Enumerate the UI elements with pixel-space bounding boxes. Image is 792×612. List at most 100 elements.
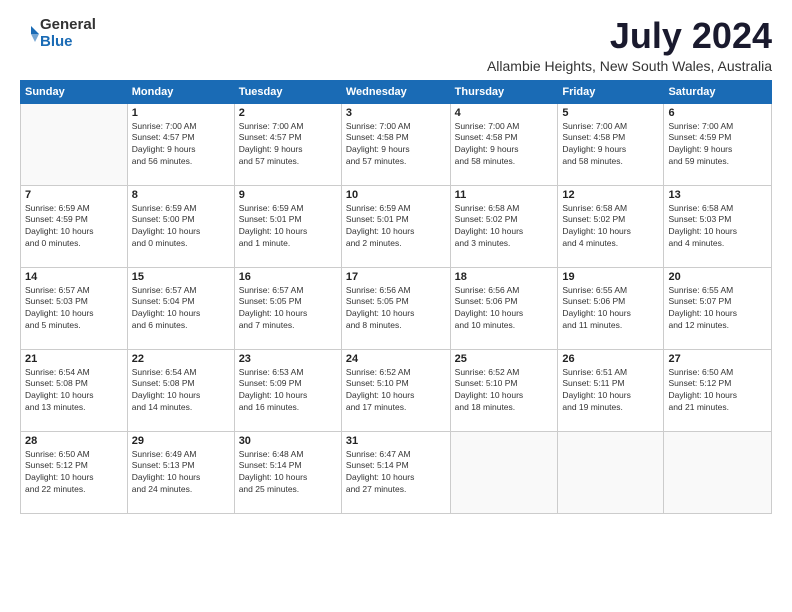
- day-number: 31: [346, 435, 446, 447]
- day-number: 11: [455, 189, 554, 201]
- calendar-cell: 3 Sunrise: 7:00 AMSunset: 4:58 PMDaylight…: [341, 103, 450, 185]
- weekday-header-row: SundayMondayTuesdayWednesdayThursdayFrid…: [21, 80, 772, 103]
- calendar-cell: 13Sunrise: 6:58 AMSunset: 5:03 PMDayligh…: [664, 185, 772, 267]
- subtitle: Allambie Heights, New South Wales, Austr…: [487, 58, 772, 74]
- day-info: Sunrise: 6:56 AMSunset: 5:05 PMDaylight:…: [346, 285, 446, 333]
- day-info: Sunrise: 6:51 AMSunset: 5:11 PMDaylight:…: [562, 367, 659, 415]
- day-number: 7: [25, 189, 123, 201]
- calendar-cell: [21, 103, 128, 185]
- day-number: 27: [668, 353, 767, 365]
- day-info: Sunrise: 6:59 AMSunset: 5:01 PMDaylight:…: [239, 203, 337, 251]
- calendar-cell: 23Sunrise: 6:53 AMSunset: 5:09 PMDayligh…: [234, 349, 341, 431]
- day-number: 14: [25, 271, 123, 283]
- day-info: Sunrise: 6:52 AMSunset: 5:10 PMDaylight:…: [346, 367, 446, 415]
- day-number: 9: [239, 189, 337, 201]
- day-info: Sunrise: 6:58 AMSunset: 5:02 PMDaylight:…: [455, 203, 554, 251]
- calendar-cell: 28Sunrise: 6:50 AMSunset: 5:12 PMDayligh…: [21, 431, 128, 513]
- logo-general: General: [40, 16, 96, 33]
- day-number: 8: [132, 189, 230, 201]
- logo: General Blue: [20, 16, 96, 51]
- day-info: Sunrise: 6:59 AMSunset: 5:00 PMDaylight:…: [132, 203, 230, 251]
- calendar-cell: 14 Sunrise: 6:57 AMSunset: 5:03 PMDayligh…: [21, 267, 128, 349]
- day-info: Sunrise: 6:55 AMSunset: 5:07 PMDaylight:…: [668, 285, 767, 333]
- day-number: 5: [562, 107, 659, 119]
- day-info: Sunrise: 6:48 AMSunset: 5:14 PMDaylight:…: [239, 449, 337, 497]
- day-info: Sunrise: 6:57 AMSunset: 5:03 PMDaylight:…: [25, 285, 123, 333]
- calendar-cell: 20 Sunrise: 6:55 AMSunset: 5:07 PMDayligh…: [664, 267, 772, 349]
- day-info: Sunrise: 6:57 AMSunset: 5:04 PMDaylight:…: [132, 285, 230, 333]
- day-number: 19: [562, 271, 659, 283]
- day-info: Sunrise: 7:00 AMSunset: 4:58 PMDaylight:…: [562, 121, 659, 169]
- calendar-cell: 16 Sunrise: 6:57 AMSunset: 5:05 PMDayligh…: [234, 267, 341, 349]
- day-info: Sunrise: 6:52 AMSunset: 5:10 PMDaylight:…: [455, 367, 554, 415]
- day-info: Sunrise: 6:54 AMSunset: 5:08 PMDaylight:…: [25, 367, 123, 415]
- day-info: Sunrise: 6:47 AMSunset: 5:14 PMDaylight:…: [346, 449, 446, 497]
- page: General Blue July 2024 Allambie Heights,…: [0, 0, 792, 612]
- day-number: 24: [346, 353, 446, 365]
- day-info: Sunrise: 6:58 AMSunset: 5:02 PMDaylight:…: [562, 203, 659, 251]
- main-title: July 2024: [487, 16, 772, 56]
- day-number: 6: [668, 107, 767, 119]
- day-info: Sunrise: 6:54 AMSunset: 5:08 PMDaylight:…: [132, 367, 230, 415]
- calendar-cell: 29 Sunrise: 6:49 AMSunset: 5:13 PMDayligh…: [127, 431, 234, 513]
- calendar-cell: [664, 431, 772, 513]
- calendar-table: SundayMondayTuesdayWednesdayThursdayFrid…: [20, 80, 772, 514]
- calendar-cell: 5 Sunrise: 7:00 AMSunset: 4:58 PMDaylight…: [558, 103, 664, 185]
- calendar-cell: 4 Sunrise: 7:00 AMSunset: 4:58 PMDaylight…: [450, 103, 558, 185]
- calendar-cell: 17 Sunrise: 6:56 AMSunset: 5:05 PMDayligh…: [341, 267, 450, 349]
- day-number: 15: [132, 271, 230, 283]
- calendar-cell: 31 Sunrise: 6:47 AMSunset: 5:14 PMDayligh…: [341, 431, 450, 513]
- logo-blue: Blue: [40, 33, 73, 50]
- weekday-header-monday: Monday: [127, 80, 234, 103]
- calendar-cell: 18Sunrise: 6:56 AMSunset: 5:06 PMDayligh…: [450, 267, 558, 349]
- weekday-header-sunday: Sunday: [21, 80, 128, 103]
- day-number: 22: [132, 353, 230, 365]
- day-info: Sunrise: 7:00 AMSunset: 4:58 PMDaylight:…: [455, 121, 554, 169]
- calendar-week-4: 21 Sunrise: 6:54 AMSunset: 5:08 PMDayligh…: [21, 349, 772, 431]
- day-number: 3: [346, 107, 446, 119]
- calendar-cell: 27Sunrise: 6:50 AMSunset: 5:12 PMDayligh…: [664, 349, 772, 431]
- weekday-header-wednesday: Wednesday: [341, 80, 450, 103]
- calendar-cell: 6 Sunrise: 7:00 AMSunset: 4:59 PMDaylight…: [664, 103, 772, 185]
- logo-icon: [22, 25, 40, 43]
- day-number: 29: [132, 435, 230, 447]
- day-info: Sunrise: 6:50 AMSunset: 5:12 PMDaylight:…: [25, 449, 123, 497]
- weekday-header-tuesday: Tuesday: [234, 80, 341, 103]
- day-info: Sunrise: 6:57 AMSunset: 5:05 PMDaylight:…: [239, 285, 337, 333]
- calendar-cell: 12 Sunrise: 6:58 AMSunset: 5:02 PMDayligh…: [558, 185, 664, 267]
- calendar-cell: [450, 431, 558, 513]
- day-info: Sunrise: 7:00 AMSunset: 4:59 PMDaylight:…: [668, 121, 767, 169]
- day-number: 20: [668, 271, 767, 283]
- day-number: 30: [239, 435, 337, 447]
- calendar-cell: 9 Sunrise: 6:59 AMSunset: 5:01 PMDaylight…: [234, 185, 341, 267]
- calendar-week-2: 7Sunrise: 6:59 AMSunset: 4:59 PMDaylight…: [21, 185, 772, 267]
- day-number: 4: [455, 107, 554, 119]
- calendar-cell: 7Sunrise: 6:59 AMSunset: 4:59 PMDaylight…: [21, 185, 128, 267]
- calendar-cell: 11 Sunrise: 6:58 AMSunset: 5:02 PMDayligh…: [450, 185, 558, 267]
- day-number: 16: [239, 271, 337, 283]
- day-info: Sunrise: 6:49 AMSunset: 5:13 PMDaylight:…: [132, 449, 230, 497]
- calendar-cell: 26Sunrise: 6:51 AMSunset: 5:11 PMDayligh…: [558, 349, 664, 431]
- calendar-cell: 10Sunrise: 6:59 AMSunset: 5:01 PMDayligh…: [341, 185, 450, 267]
- calendar-cell: 1Sunrise: 7:00 AMSunset: 4:57 PMDaylight…: [127, 103, 234, 185]
- day-number: 12: [562, 189, 659, 201]
- calendar-cell: 25Sunrise: 6:52 AMSunset: 5:10 PMDayligh…: [450, 349, 558, 431]
- day-info: Sunrise: 6:55 AMSunset: 5:06 PMDaylight:…: [562, 285, 659, 333]
- calendar-week-3: 14 Sunrise: 6:57 AMSunset: 5:03 PMDayligh…: [21, 267, 772, 349]
- calendar-cell: 24 Sunrise: 6:52 AMSunset: 5:10 PMDayligh…: [341, 349, 450, 431]
- calendar-week-1: 1Sunrise: 7:00 AMSunset: 4:57 PMDaylight…: [21, 103, 772, 185]
- day-info: Sunrise: 7:00 AMSunset: 4:57 PMDaylight:…: [132, 121, 230, 169]
- header: General Blue July 2024 Allambie Heights,…: [20, 16, 772, 74]
- day-number: 21: [25, 353, 123, 365]
- day-info: Sunrise: 7:00 AMSunset: 4:58 PMDaylight:…: [346, 121, 446, 169]
- day-number: 18: [455, 271, 554, 283]
- day-info: Sunrise: 6:53 AMSunset: 5:09 PMDaylight:…: [239, 367, 337, 415]
- day-number: 17: [346, 271, 446, 283]
- day-number: 10: [346, 189, 446, 201]
- day-number: 13: [668, 189, 767, 201]
- calendar-week-5: 28Sunrise: 6:50 AMSunset: 5:12 PMDayligh…: [21, 431, 772, 513]
- weekday-header-thursday: Thursday: [450, 80, 558, 103]
- calendar-cell: 21 Sunrise: 6:54 AMSunset: 5:08 PMDayligh…: [21, 349, 128, 431]
- calendar-cell: 30 Sunrise: 6:48 AMSunset: 5:14 PMDayligh…: [234, 431, 341, 513]
- weekday-header-saturday: Saturday: [664, 80, 772, 103]
